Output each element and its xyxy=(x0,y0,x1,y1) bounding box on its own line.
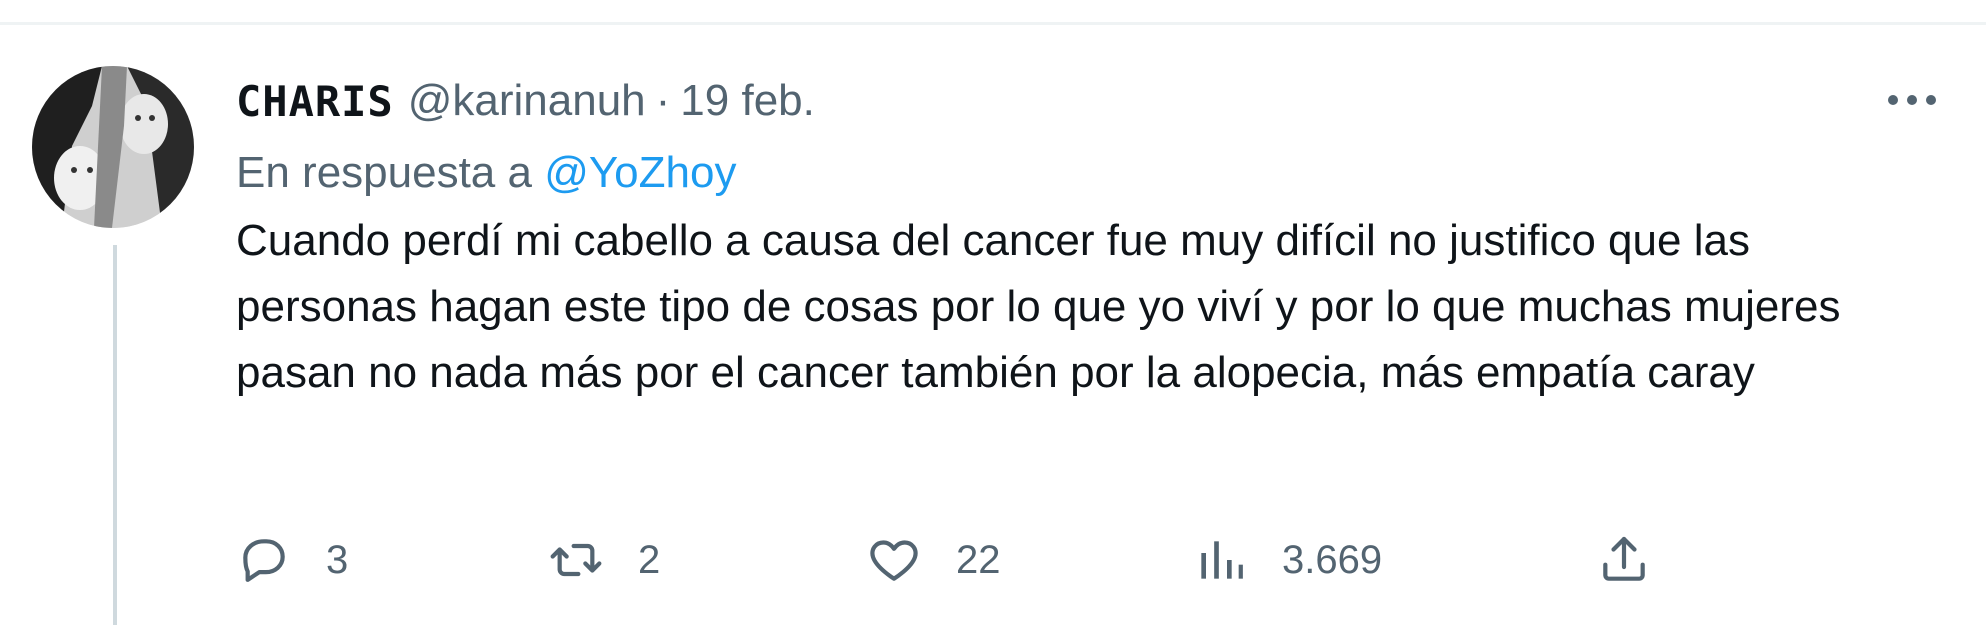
thread-connector-line xyxy=(113,245,117,625)
share-upload-icon xyxy=(1603,536,1645,581)
share-button[interactable] xyxy=(1596,520,1652,600)
reply-prefix: En respuesta a xyxy=(236,148,532,197)
more-dots-icon xyxy=(1888,95,1936,105)
heart-icon xyxy=(870,540,918,581)
reply-mention-link[interactable]: @YoZhoy xyxy=(544,148,736,197)
separator-dot: · xyxy=(655,76,671,125)
tweet-actions: 3 2 22 3.669 xyxy=(236,520,1666,600)
views-bar-chart-icon xyxy=(1201,541,1243,579)
tweet: CHARIS @karinanuh · 19 feb. En respuesta… xyxy=(236,72,1936,406)
reply-count: 3 xyxy=(326,537,349,582)
retweet-count: 2 xyxy=(638,537,661,582)
reply-button[interactable]: 3 xyxy=(236,520,348,600)
reply-context: En respuesta a @YoZhoy xyxy=(236,148,1936,198)
display-name[interactable]: CHARIS xyxy=(236,77,394,126)
tweet-text: Cuando perdí mi cabello a causa del canc… xyxy=(236,216,1841,397)
user-avatar[interactable] xyxy=(32,66,194,228)
avatar-image xyxy=(32,66,194,228)
top-divider xyxy=(0,22,1986,25)
views-button[interactable]: 3.669 xyxy=(1192,520,1382,600)
more-options-button[interactable] xyxy=(1882,78,1942,122)
tweet-timestamp[interactable]: 19 feb. xyxy=(680,76,815,126)
reply-bubble-icon xyxy=(243,539,285,582)
retweet-icon xyxy=(550,543,602,577)
tweet-header: CHARIS @karinanuh · 19 feb. xyxy=(236,72,1936,130)
retweet-button[interactable]: 2 xyxy=(548,520,660,600)
views-count: 3.669 xyxy=(1282,537,1383,582)
user-handle[interactable]: @karinanuh xyxy=(408,76,646,126)
like-count: 22 xyxy=(956,537,1001,582)
like-button[interactable]: 22 xyxy=(866,520,1001,600)
